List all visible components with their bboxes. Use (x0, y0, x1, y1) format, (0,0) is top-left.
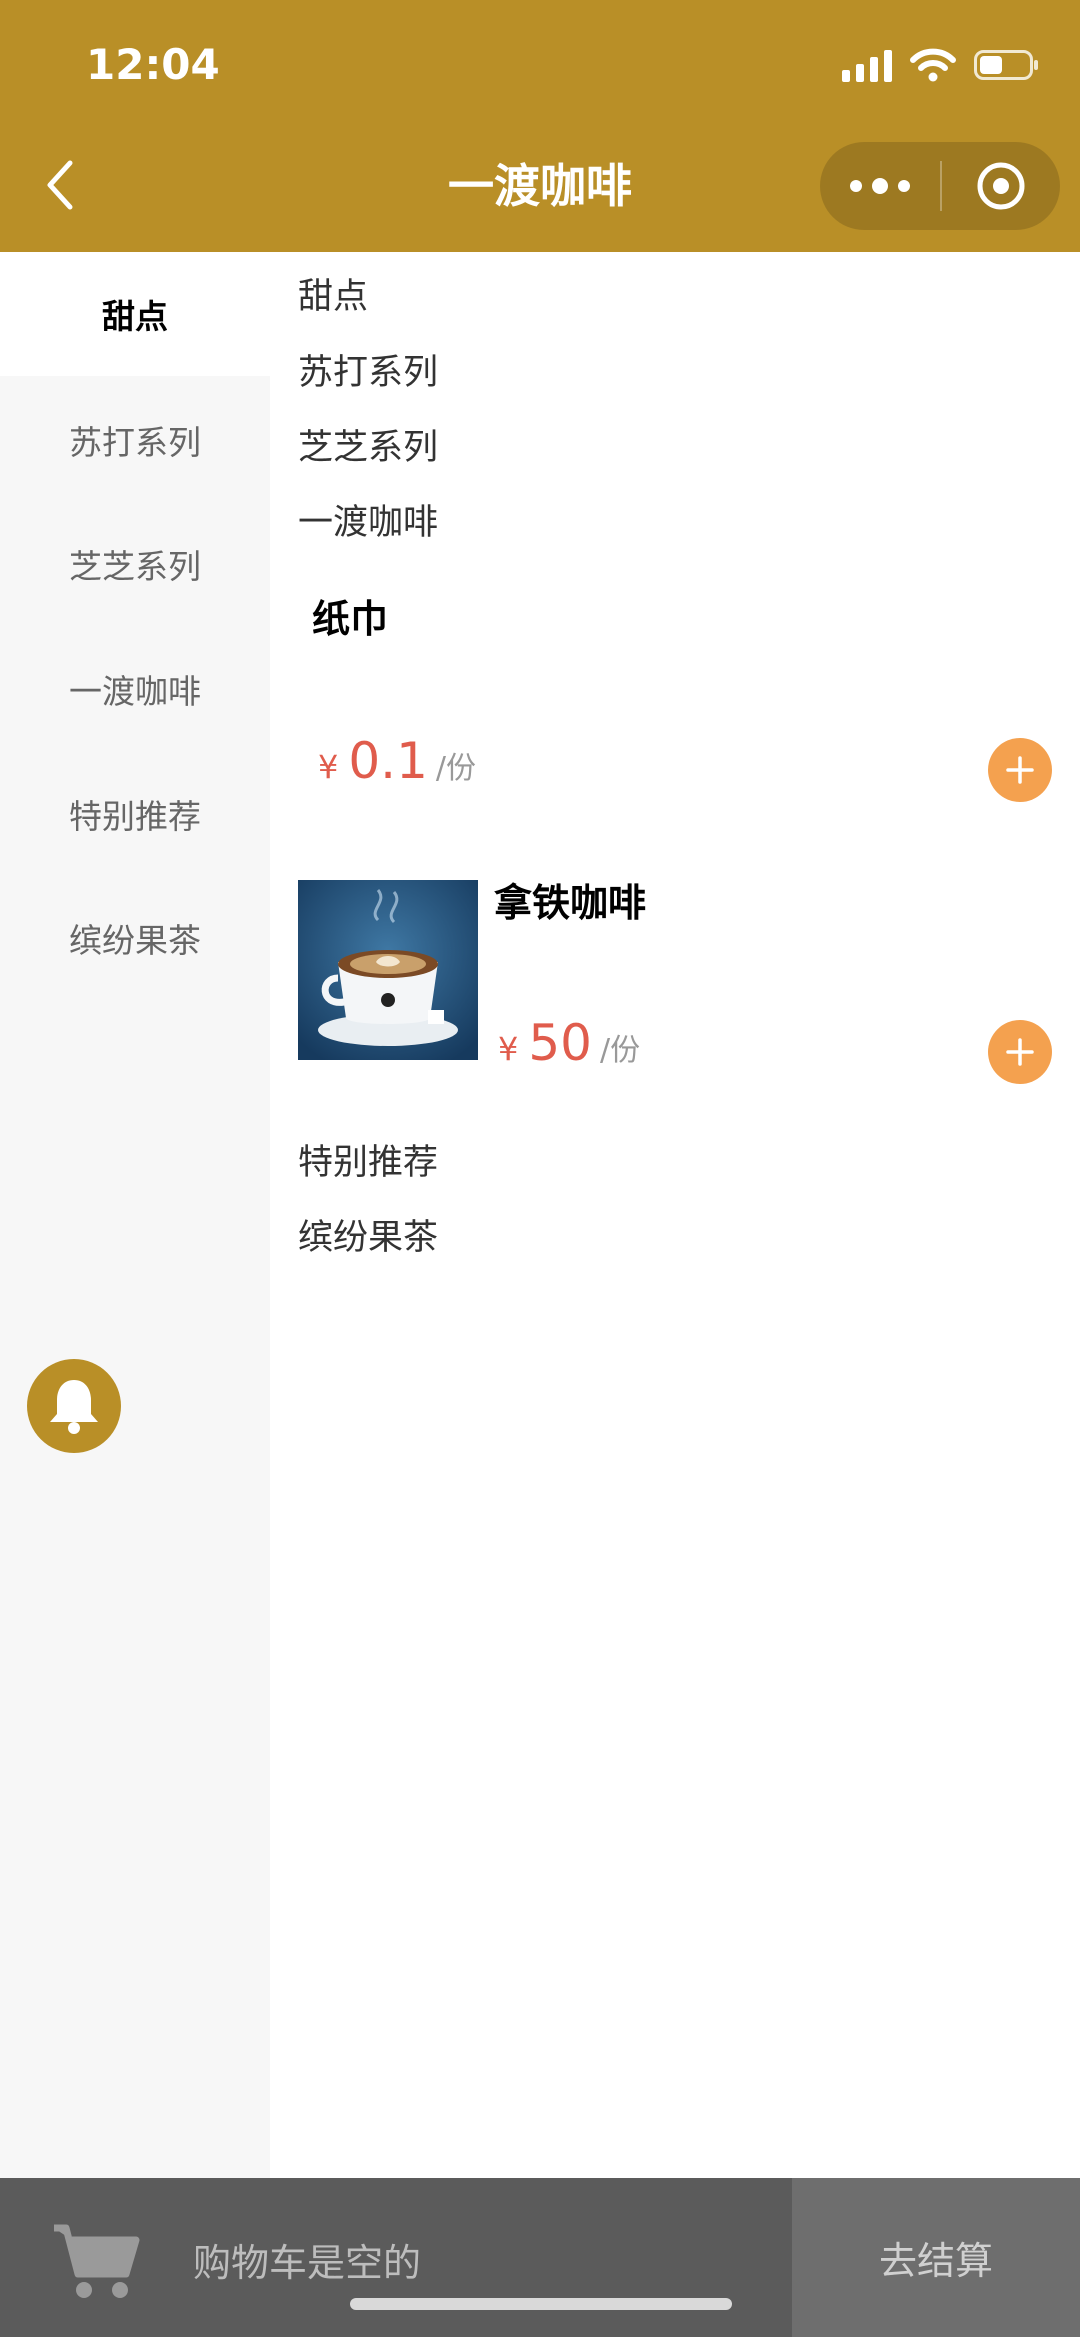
cart-icon[interactable] (50, 2218, 140, 2302)
miniprogram-capsule (820, 142, 1060, 230)
category-heading-dessert: 甜点 (298, 277, 369, 317)
product-list: 甜点 苏打系列 芝芝系列 一渡咖啡 纸巾 ¥ 0.1 /份 拿铁咖啡 ¥ 50 … (270, 252, 1080, 2178)
sidebar-item-cheese[interactable]: 芝芝系列 (0, 502, 270, 626)
battery-icon (974, 48, 1040, 82)
add-napkin-button[interactable] (988, 738, 1052, 802)
product-price-latte: ¥ 50 /份 (498, 1014, 640, 1072)
add-latte-button[interactable] (988, 1020, 1052, 1084)
price-unit: /份 (599, 1033, 641, 1068)
cart-empty-text: 购物车是空的 (193, 2241, 422, 2285)
status-time: 12:04 (86, 40, 220, 89)
currency-symbol: ¥ (498, 1030, 519, 1068)
sidebar-item-soda[interactable]: 苏打系列 (0, 378, 270, 502)
product-name-latte: 拿铁咖啡 (494, 881, 647, 925)
currency-symbol: ¥ (318, 748, 339, 786)
cart-bar: 购物车是空的 去结算 (0, 2178, 1080, 2337)
header-bar: 12:04 一渡咖啡 (0, 0, 1080, 252)
add-icon (1006, 1038, 1034, 1066)
bell-icon[interactable] (27, 1359, 121, 1453)
add-icon (1006, 756, 1034, 784)
price-unit: /份 (435, 751, 476, 786)
wifi-icon (910, 48, 956, 82)
more-dots-icon[interactable] (820, 142, 940, 230)
sidebar-item-coffee[interactable]: 一渡咖啡 (0, 627, 270, 751)
price-value: 0.1 (348, 732, 428, 790)
latte-image[interactable] (298, 880, 478, 1060)
category-sidebar: 甜点 苏打系列 芝芝系列 一渡咖啡 特别推荐 缤纷果茶 (0, 252, 270, 2178)
status-icons (842, 48, 1040, 82)
product-name-napkin: 纸巾 (312, 597, 389, 641)
category-heading-soda: 苏打系列 (298, 353, 439, 393)
category-heading-fruit-tea: 缤纷果茶 (298, 1218, 439, 1258)
price-value: 50 (528, 1014, 592, 1072)
signal-icon (842, 48, 892, 82)
category-heading-special: 特别推荐 (298, 1143, 439, 1183)
home-indicator (350, 2298, 732, 2310)
category-heading-cheese: 芝芝系列 (298, 428, 439, 468)
sidebar-item-dessert[interactable]: 甜点 (0, 252, 270, 376)
target-icon[interactable] (942, 142, 1060, 230)
checkout-button[interactable]: 去结算 (792, 2178, 1080, 2337)
category-heading-coffee: 一渡咖啡 (298, 503, 439, 543)
sidebar-item-special[interactable]: 特别推荐 (0, 752, 270, 876)
product-price-napkin: ¥ 0.1 /份 (318, 732, 476, 790)
sidebar-item-fruit-tea[interactable]: 缤纷果茶 (0, 876, 270, 1000)
